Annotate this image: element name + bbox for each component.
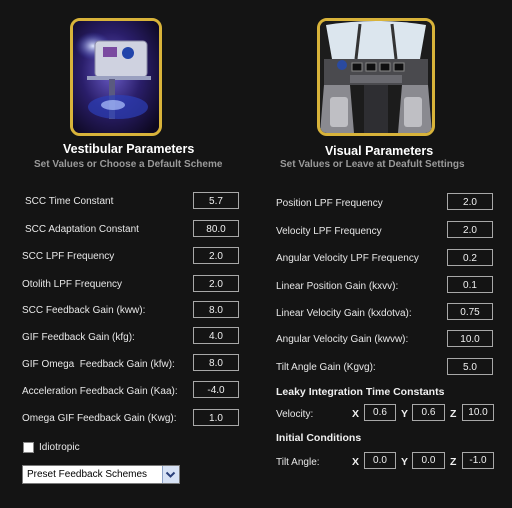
param-label-angular-velocity-lpf-frequency: Angular Velocity LPF Frequency [276, 253, 419, 264]
linear-velocity-gain-input[interactable]: 0.75 [447, 303, 493, 320]
param-label-acceleration-feedback-gain: Acceleration Feedback Gain (Kaa): [22, 386, 178, 397]
visual-image [317, 18, 435, 136]
param-label-linear-velocity-gain: Linear Velocity Gain (kxdotva): [276, 308, 412, 319]
tilt-y-label: Y [401, 456, 409, 468]
velocity-z-input[interactable]: 10.0 [462, 404, 494, 421]
param-label-tilt-angle-gain: Tilt Angle Gain (Kgvg): [276, 362, 376, 373]
cockpit-photo [320, 21, 432, 133]
linear-position-gain-input[interactable]: 0.1 [447, 276, 493, 293]
initial-conditions-title: Initial Conditions [276, 432, 362, 444]
tilt-angle-label: Tilt Angle: [276, 457, 320, 468]
param-label-gif-omega-feedback-gain: GIF Omega Feedback Gain (kfw): [22, 359, 175, 370]
param-label-scc-lpf-frequency: SCC LPF Frequency [22, 251, 115, 262]
idiotropic-label: Idiotropic [39, 442, 80, 453]
angular-velocity-gain-input[interactable]: 10.0 [447, 330, 493, 347]
preset-feedback-schemes-select[interactable]: Preset Feedback Schemes [22, 465, 180, 484]
velocity-y-label: Y [401, 408, 409, 420]
velocity-y-input[interactable]: 0.6 [412, 404, 445, 421]
param-label-omega-gif-feedback-gain: Omega GIF Feedback Gain (Kwg): [22, 413, 177, 424]
position-lpf-frequency-input[interactable]: 2.0 [447, 193, 493, 210]
velocity-z-label: Z [450, 408, 457, 420]
param-label-otolith-lpf-frequency: Otolith LPF Frequency [22, 279, 123, 290]
vestibular-subtitle: Set Values or Choose a Default Scheme [34, 159, 223, 170]
param-label-velocity-lpf-frequency: Velocity LPF Frequency [276, 226, 382, 237]
tilt-angle-gain-input[interactable]: 5.0 [447, 358, 493, 375]
gif-feedback-gain-input[interactable]: 4.0 [193, 327, 239, 344]
vestibular-image [70, 18, 162, 136]
scc-time-constant-input[interactable]: 5.7 [193, 192, 239, 209]
velocity-x-label: X [352, 408, 360, 420]
angular-velocity-lpf-frequency-input[interactable]: 0.2 [447, 249, 493, 266]
centrifuge-photo [73, 21, 159, 133]
idiotropic-checkbox[interactable] [23, 442, 34, 453]
param-label-scc-feedback-gain: SCC Feedback Gain (kww): [22, 305, 146, 316]
vestibular-title: Vestibular Parameters [63, 142, 195, 156]
otolith-lpf-frequency-input[interactable]: 2.0 [193, 275, 239, 292]
param-label-linear-position-gain: Linear Position Gain (kxvv): [276, 281, 399, 292]
scc-adaptation-constant-input[interactable]: 80.0 [193, 220, 239, 237]
param-label-gif-feedback-gain: GIF Feedback Gain (kfg): [22, 332, 135, 343]
omega-gif-feedback-gain-input[interactable]: 1.0 [193, 409, 239, 426]
tilt-x-label: X [352, 456, 360, 468]
tilt-z-input[interactable]: -1.0 [462, 452, 494, 469]
visual-title: Visual Parameters [325, 144, 434, 158]
param-label-scc-adaptation-constant: SCC Adaptation Constant [25, 224, 139, 235]
param-label-position-lpf-frequency: Position LPF Frequency [276, 198, 383, 209]
param-label-angular-velocity-gain: Angular Velocity Gain (kwvw): [276, 334, 409, 345]
gif-omega-feedback-gain-input[interactable]: 8.0 [193, 354, 239, 371]
preset-select-value: Preset Feedback Schemes [27, 469, 148, 480]
param-label-scc-time-constant: SCC Time Constant [25, 196, 114, 207]
scc-lpf-frequency-input[interactable]: 2.0 [193, 247, 239, 264]
velocity-label: Velocity: [276, 409, 314, 420]
leaky-integration-title: Leaky Integration Time Constants [276, 386, 445, 398]
tilt-x-input[interactable]: 0.0 [364, 452, 396, 469]
visual-subtitle: Set Values or Leave at Deafult Settings [280, 159, 465, 170]
tilt-y-input[interactable]: 0.0 [412, 452, 445, 469]
velocity-lpf-frequency-input[interactable]: 2.0 [447, 221, 493, 238]
scc-feedback-gain-input[interactable]: 8.0 [193, 301, 239, 318]
acceleration-feedback-gain-input[interactable]: -4.0 [193, 381, 239, 398]
chevron-down-icon[interactable] [162, 466, 179, 483]
velocity-x-input[interactable]: 0.6 [364, 404, 396, 421]
tilt-z-label: Z [450, 456, 457, 468]
